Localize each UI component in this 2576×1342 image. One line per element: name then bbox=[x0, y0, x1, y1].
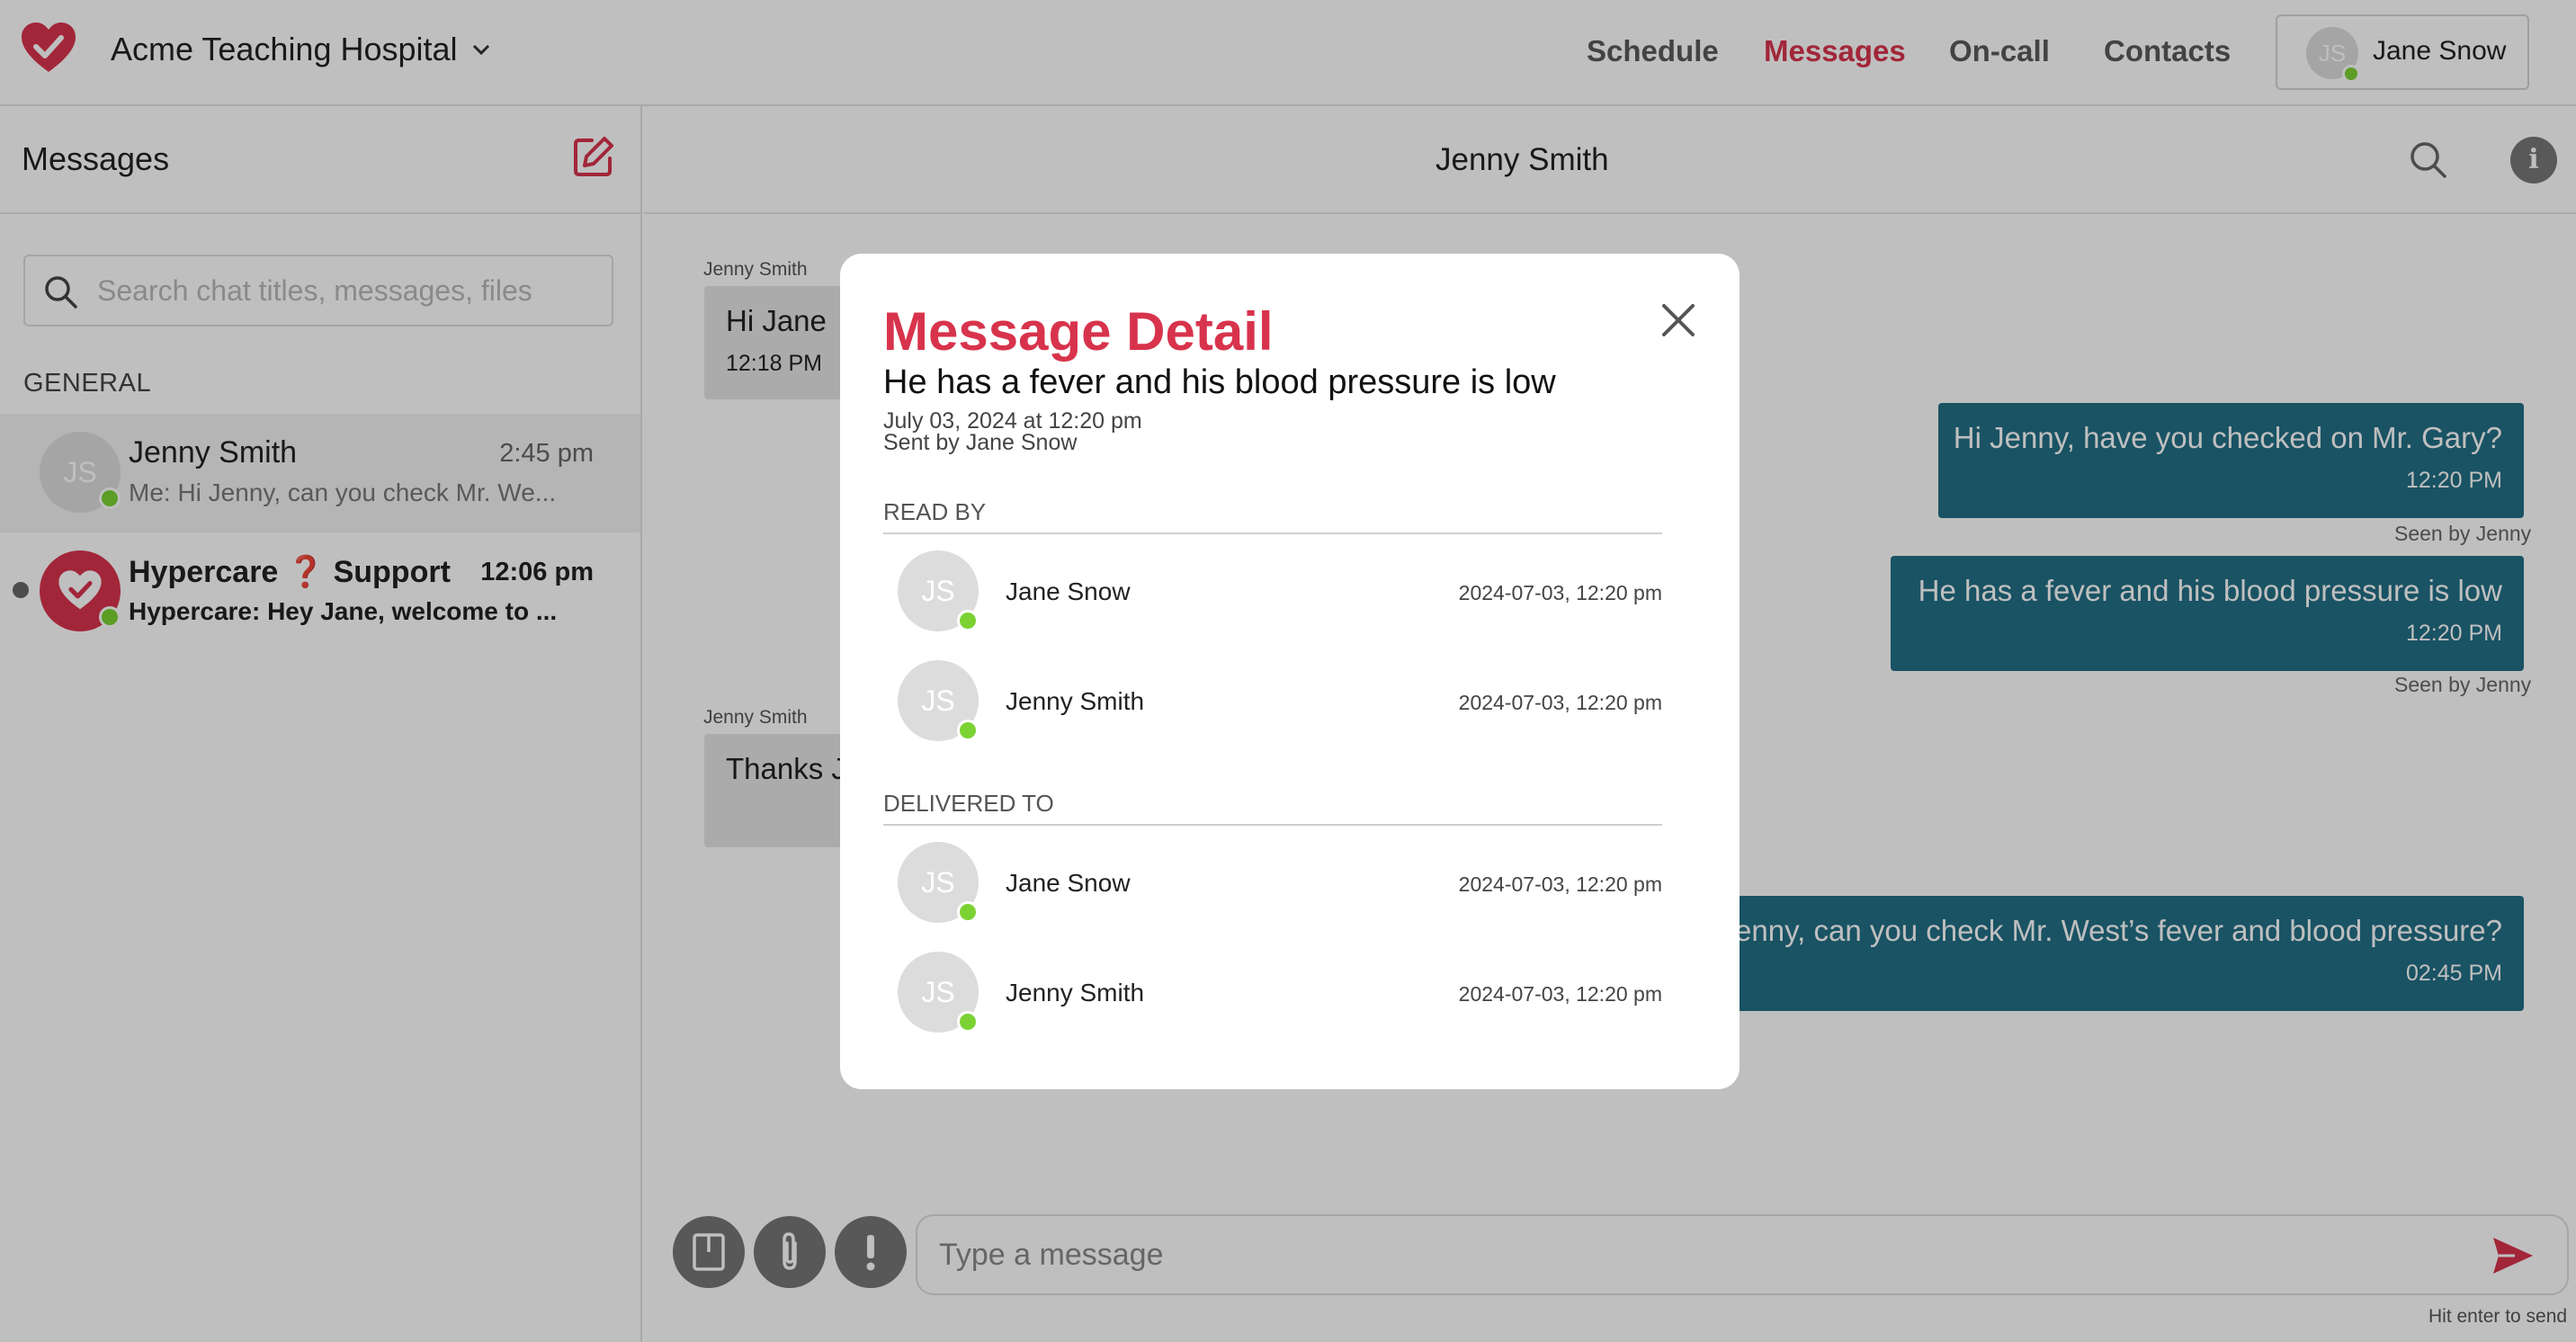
read-time: 2024-07-03, 12:20 pm bbox=[1458, 581, 1662, 604]
reader-name: Jane Snow bbox=[1006, 577, 1131, 605]
reader-name: Jenny Smith bbox=[1006, 687, 1145, 715]
delivered-time: 2024-07-03, 12:20 pm bbox=[1458, 872, 1662, 896]
read-by-row: JS Jenny Smith 2024-07-03, 12:20 pm bbox=[898, 660, 1662, 741]
recipient-name: Jenny Smith bbox=[1006, 979, 1145, 1006]
delivered-to-heading: DELIVERED TO bbox=[883, 790, 1054, 817]
read-by-heading: READ BY bbox=[883, 498, 987, 525]
read-by-row: JS Jane Snow 2024-07-03, 12:20 pm bbox=[898, 550, 1662, 631]
message-detail-modal: Message Detail He has a fever and his bl… bbox=[840, 254, 1740, 1089]
delivered-to-row: JS Jane Snow 2024-07-03, 12:20 pm bbox=[898, 842, 1662, 923]
read-time: 2024-07-03, 12:20 pm bbox=[1458, 691, 1662, 714]
online-status-dot bbox=[957, 610, 979, 631]
avatar-initials: JS bbox=[921, 684, 955, 717]
divider bbox=[883, 824, 1662, 826]
avatar-initials: JS bbox=[921, 865, 955, 899]
delivered-time: 2024-07-03, 12:20 pm bbox=[1458, 982, 1662, 1006]
avatar-initials: JS bbox=[921, 574, 955, 607]
close-icon[interactable] bbox=[1657, 299, 1700, 342]
recipient-name: Jane Snow bbox=[1006, 869, 1131, 897]
modal-sent-by: Sent by Jane Snow bbox=[883, 430, 1078, 455]
online-status-dot bbox=[957, 720, 979, 741]
divider bbox=[883, 532, 1662, 534]
modal-message-text: He has a fever and his blood pressure is… bbox=[883, 363, 1556, 401]
online-status-dot bbox=[957, 901, 979, 923]
modal-title: Message Detail bbox=[883, 301, 1274, 362]
delivered-to-row: JS Jenny Smith 2024-07-03, 12:20 pm bbox=[898, 952, 1662, 1033]
online-status-dot bbox=[957, 1011, 979, 1033]
avatar-initials: JS bbox=[921, 975, 955, 1008]
